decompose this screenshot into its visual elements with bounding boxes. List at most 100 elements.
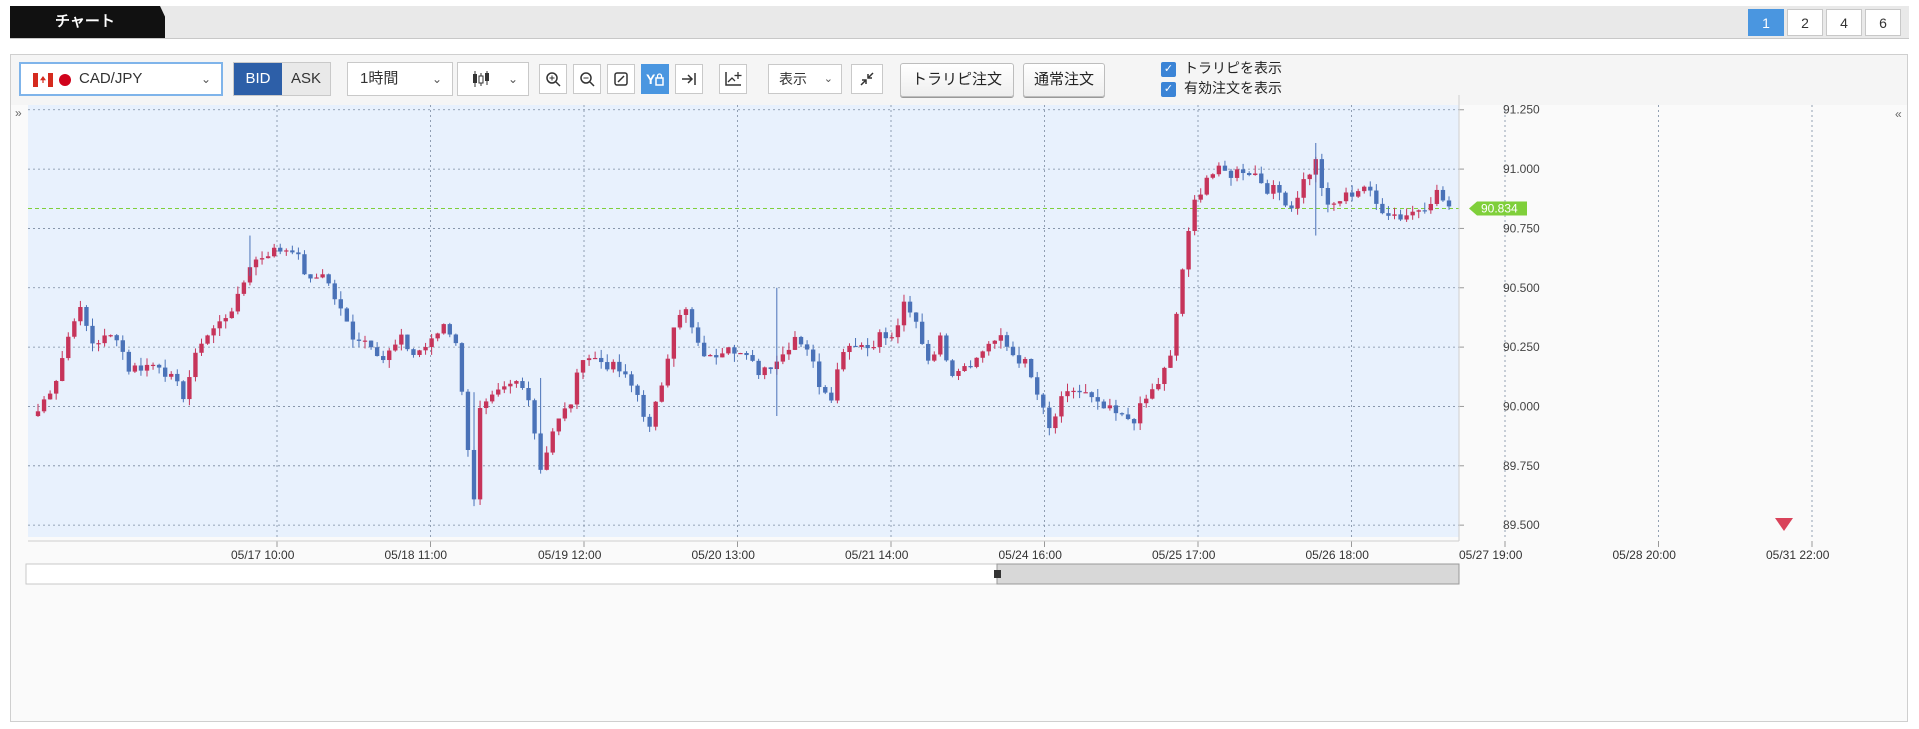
candle-up <box>1137 403 1143 424</box>
candle-up <box>144 364 150 371</box>
candle-down <box>138 365 144 371</box>
candle-up <box>1174 313 1179 356</box>
candle-down <box>1319 159 1325 189</box>
candle-up <box>1059 396 1064 417</box>
candle-down <box>302 254 307 275</box>
candle-down <box>162 367 168 377</box>
expand-left-icon[interactable]: » <box>15 106 22 120</box>
candle-up <box>1210 174 1216 178</box>
candle-down <box>1374 190 1379 204</box>
navigator-window[interactable] <box>996 563 1460 585</box>
candle-down <box>350 321 356 340</box>
candle-up <box>1022 358 1028 364</box>
candle-up <box>320 274 325 278</box>
candle-down <box>823 387 828 393</box>
candle-up <box>986 343 991 352</box>
candle-up <box>1083 392 1088 394</box>
price-chart[interactable]: 91.250 91.000 90.750 90.500 90.250 90.000 89.7… <box>11 55 1907 721</box>
candle-up <box>205 335 210 344</box>
candle-down <box>1089 392 1094 398</box>
candle-up <box>1307 174 1312 180</box>
candle-down <box>447 324 452 335</box>
candle-up <box>53 381 59 394</box>
expand-right-icon[interactable]: « <box>1895 107 1902 121</box>
candle-up <box>708 355 713 357</box>
candle-up <box>1295 197 1300 209</box>
y-tick-label: 90.250 <box>1503 340 1540 354</box>
candle-down <box>1386 213 1391 216</box>
scroll-down-marker-icon[interactable] <box>1775 518 1793 531</box>
candle-down <box>1125 414 1131 420</box>
candle-up <box>653 401 658 427</box>
candle-down <box>695 327 701 343</box>
x-tick-label: 05/19 12:00 <box>538 548 602 562</box>
candle-up <box>1162 367 1167 385</box>
candle-up <box>235 293 241 312</box>
candle-up <box>841 352 846 370</box>
candle-up <box>211 328 216 336</box>
candle-down <box>1446 200 1452 207</box>
candle-up <box>1053 416 1058 429</box>
navigator-handle[interactable] <box>994 570 1001 578</box>
candle-down <box>617 361 622 372</box>
candle-up <box>1392 214 1397 216</box>
candle-up <box>96 343 101 345</box>
x-tick-label: 05/18 11:00 <box>385 548 448 562</box>
candle-up <box>962 366 967 372</box>
candle-up <box>550 431 555 453</box>
candle-up <box>974 357 979 367</box>
candle-down <box>1095 397 1100 402</box>
candle-up <box>47 393 53 400</box>
candle-up <box>726 347 731 354</box>
candle-down <box>526 388 531 401</box>
x-tick-label: 05/28 20:00 <box>1613 548 1677 562</box>
candle-up <box>1180 269 1185 314</box>
candle-down <box>1004 335 1010 347</box>
layout-1-button[interactable]: 1 <box>1748 9 1784 36</box>
candle-up <box>66 336 71 359</box>
candle-up <box>108 335 113 337</box>
candle-down <box>1289 205 1294 209</box>
layout-switcher: 1 2 4 6 <box>1748 9 1901 36</box>
candle-up <box>423 347 428 351</box>
layout-6-button[interactable]: 6 <box>1865 9 1901 36</box>
candle-down <box>296 252 301 255</box>
candle-up <box>1355 191 1361 197</box>
candle-up <box>1343 192 1349 202</box>
candle-down <box>641 394 646 417</box>
candle-up <box>1144 398 1149 404</box>
candle-up <box>132 365 138 372</box>
candle-up <box>271 247 277 257</box>
layout-4-button[interactable]: 4 <box>1826 9 1862 36</box>
candle-down <box>944 335 949 361</box>
candle-up <box>1204 177 1209 195</box>
candle-down <box>338 299 343 309</box>
candle-down <box>853 345 858 348</box>
candle-up <box>60 358 65 382</box>
x-tick-label: 05/31 22:00 <box>1766 548 1830 562</box>
candle-up <box>1192 199 1197 232</box>
candle-up <box>683 309 689 315</box>
candle-up <box>895 325 901 338</box>
candle-up <box>1404 215 1409 220</box>
candle-down <box>453 334 459 344</box>
candle-down <box>1119 413 1125 415</box>
candle-down <box>326 274 331 284</box>
candle-up <box>956 371 961 376</box>
candle-down <box>689 309 695 328</box>
candle-up <box>1253 173 1258 176</box>
layout-2-button[interactable]: 2 <box>1787 9 1823 36</box>
candle-up <box>611 361 616 370</box>
candle-down <box>290 250 295 253</box>
tab-chart[interactable]: チャート <box>10 6 180 38</box>
candle-up <box>441 324 446 334</box>
candle-down <box>175 373 180 382</box>
candle-down <box>1398 214 1403 220</box>
x-tick-label: 05/24 16:00 <box>999 548 1063 562</box>
candle-up <box>199 343 204 353</box>
candle-down <box>532 400 537 434</box>
candle-up <box>169 373 174 377</box>
candle-down <box>459 343 465 392</box>
candle-down <box>114 335 119 341</box>
candle-up <box>217 321 222 329</box>
